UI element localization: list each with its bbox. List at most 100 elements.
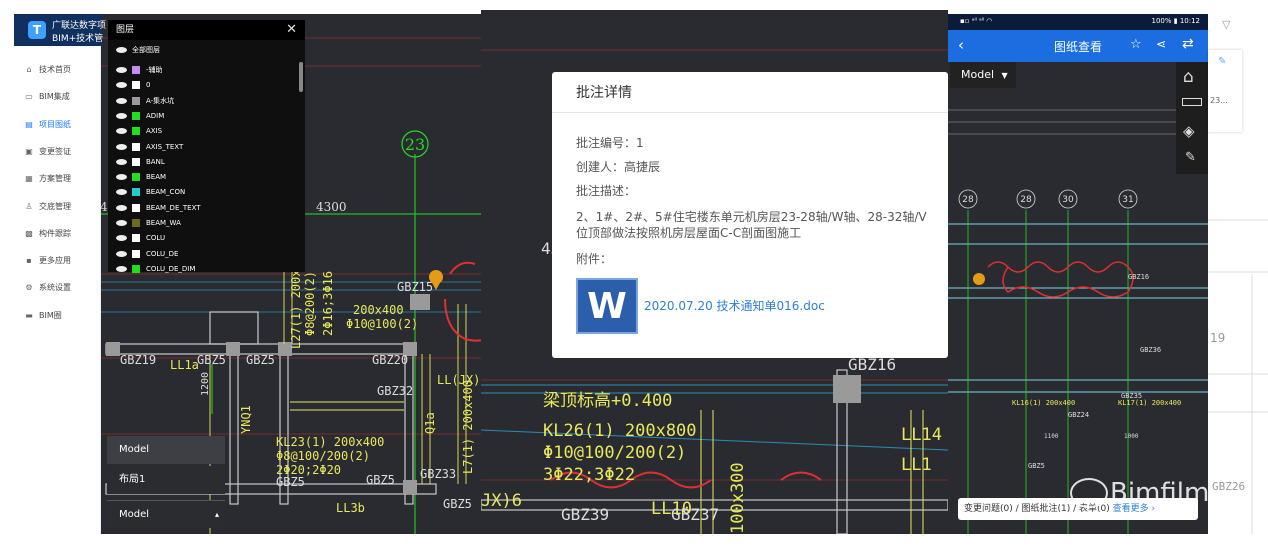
sidebar-item[interactable]: ▩ 构件跟踪 (25, 228, 71, 239)
svg-text:28: 28 (962, 195, 974, 205)
monitor-icon: ▭ (25, 92, 33, 102)
pen-icon[interactable]: ✎ (1185, 150, 1196, 165)
layer-color-swatch (132, 188, 140, 197)
tracking-icon: ▩ (25, 228, 33, 238)
svg-text:LL1a: LL1a (170, 358, 199, 372)
filter-icon[interactable]: ▽ (1222, 18, 1230, 31)
eye-icon[interactable] (116, 128, 127, 135)
ruler-icon[interactable] (1182, 98, 1202, 106)
layer-row[interactable]: A-集水坑 (116, 94, 174, 108)
annotation-desc-line1: 2、1#、2#、5#住宅楼东单元机房层23-28轴/W轴、28-32轴/V (576, 210, 927, 224)
sidebar-item[interactable]: ⚙ 系统设置 (25, 282, 71, 293)
dialog-title: 批注详情 (576, 85, 632, 101)
share-icon[interactable]: ⋖ (1156, 37, 1166, 51)
edit-icon[interactable]: ✎ (1218, 56, 1226, 67)
brand-header: T 广联达数字项 BIM+技术管 (14, 14, 106, 46)
eye-icon[interactable] (116, 112, 127, 119)
dim-4300: 4300 (316, 200, 347, 214)
layer-name: 0 (146, 81, 151, 90)
svg-text:GBZ37: GBZ37 (671, 505, 719, 524)
eye-icon[interactable] (116, 204, 127, 211)
svg-text:KL16(1) 200x400: KL16(1) 200x400 (1012, 399, 1075, 407)
sidebar-item[interactable]: ♙ 交底管理 (25, 201, 71, 212)
eye-icon[interactable] (116, 82, 127, 89)
sidebar-item[interactable]: ▣ 变更签证 (25, 146, 71, 157)
layers-icon[interactable]: ◈ (1183, 122, 1195, 140)
layer-color-swatch (132, 173, 140, 182)
eye-icon[interactable] (116, 67, 127, 73)
attachment-link[interactable]: 2020.07.20 技术通知单016.doc (644, 297, 825, 314)
sidebar-item[interactable]: ⌂ 技术首页 (25, 64, 71, 75)
eye-icon[interactable] (116, 250, 127, 257)
svg-text:28: 28 (1020, 195, 1032, 205)
svg-text:1000: 1000 (1124, 433, 1139, 440)
eye-icon[interactable] (116, 220, 127, 226)
svg-text:GBZ5: GBZ5 (276, 475, 305, 489)
sidebar-item-label: 方案管理 (39, 174, 71, 184)
eye-icon[interactable] (116, 174, 127, 181)
svg-text:LL1: LL1 (901, 455, 932, 475)
eye-icon[interactable] (116, 158, 127, 165)
layer-row[interactable]: BEAM_CON (116, 185, 185, 199)
layer-color-swatch (132, 249, 140, 258)
close-icon[interactable]: ✕ (286, 20, 297, 40)
chevron-down-icon: ▼ (1001, 71, 1008, 80)
layer-row[interactable]: BANL (116, 155, 165, 169)
home-icon[interactable]: ⌂ (1183, 67, 1194, 87)
sidebar-item-label: 构件跟踪 (39, 228, 71, 238)
svg-text:Φ10@100/200(2): Φ10@100/200(2) (543, 443, 686, 463)
sidebar-item[interactable]: ▬ BIM圈 (25, 310, 62, 321)
sidebar-item[interactable]: ▦ 方案管理 (25, 173, 71, 184)
folder-icon: ▦ (25, 174, 33, 184)
eye-icon[interactable] (116, 47, 127, 53)
layer-name: BEAM_DE_TEXT (146, 203, 201, 212)
layers-scrollbar[interactable] (299, 62, 303, 92)
eye-icon[interactable] (116, 97, 127, 104)
word-doc-icon[interactable]: W (576, 278, 638, 334)
brand-logo-icon: T (28, 21, 46, 39)
svg-text:GBZ32: GBZ32 (377, 384, 413, 398)
tab-layout1[interactable]: 布局1 (107, 466, 225, 494)
annotation-number-row: 批注编号：1 (576, 136, 644, 150)
layer-row[interactable]: ADIM (116, 109, 164, 123)
sidebar-item[interactable]: ▭ BIM集成 (25, 91, 70, 102)
sidebar-item[interactable]: ▤ 项目图纸 (25, 119, 71, 130)
layer-all-toggle[interactable]: 全部图层 (116, 43, 160, 57)
layer-row[interactable]: BEAM_WA (116, 216, 181, 230)
sidebar-item-label: BIM集成 (39, 92, 70, 102)
layer-row[interactable]: COLU_DE_DIM (116, 262, 195, 276)
layers-header: 图层 (108, 20, 305, 40)
star-icon[interactable]: ☆ (1130, 37, 1142, 52)
svg-text:30: 30 (1062, 195, 1074, 205)
eye-icon[interactable] (116, 189, 127, 196)
sidebar-item[interactable]: ▪ 更多应用 (25, 255, 71, 266)
layer-name: BANL (146, 157, 165, 166)
model-select[interactable]: Model ▴ (107, 500, 225, 528)
sidebar-item-label: 交底管理 (39, 201, 71, 211)
mobile-cad-viewer[interactable]: 28 28 30 31 GBZ16 GBZ35 GBZ36 GBZ24 GBZ5… (948, 62, 1208, 534)
brand-line2: BIM+技术管 (52, 34, 104, 44)
layer-row[interactable]: COLU (116, 231, 165, 245)
sidebar-item-label: 更多应用 (39, 256, 71, 266)
layer-row[interactable]: AXIS (116, 124, 162, 138)
layer-color-swatch (132, 66, 140, 74)
eye-icon[interactable] (116, 265, 127, 272)
annotation-desc-line2: 位顶部做法按照机房层屋面C-C剖面图施工 (576, 226, 802, 240)
layer-name: COLU_DE_DIM (146, 264, 196, 273)
layer-row[interactable]: COLU_DE (116, 247, 178, 261)
svg-text:Φ8@200(2): Φ8@200(2) (303, 271, 317, 336)
layer-row[interactable]: AXIS_TEXT (116, 140, 183, 154)
eye-icon[interactable] (116, 235, 127, 242)
tab-model[interactable]: Model (107, 436, 225, 464)
layer-color-swatch (132, 111, 140, 120)
layer-row[interactable]: BEAM (116, 170, 166, 184)
layer-row[interactable]: BEAM_DE_TEXT (116, 201, 201, 215)
refresh-icon[interactable]: ⇄ (1182, 36, 1194, 52)
eye-icon[interactable] (116, 143, 127, 150)
mobile-model-select[interactable]: Model ▼ (950, 62, 1016, 88)
mobile-status-bar: ▪▫ ᵃˡˡ ᵃˡˡ ◠ 100% ▮ 10:12 (948, 14, 1208, 30)
caret-icon: ▴ (214, 510, 219, 519)
layer-row[interactable]: -辅助 (116, 63, 163, 77)
svg-text:4: 4 (100, 200, 108, 214)
layer-row[interactable]: 0 (116, 78, 150, 92)
